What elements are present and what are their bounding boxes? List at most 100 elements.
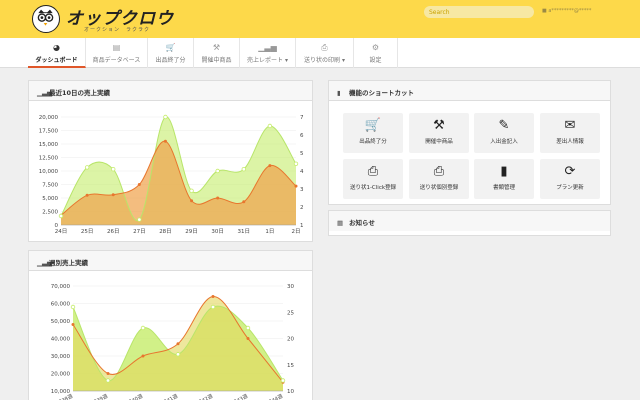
x-tick-label: 31日 [238, 228, 251, 235]
bar-chart-icon: ▁▃▅ [258, 43, 277, 52]
weekly-sales-header: ▁▃▅週別売上実績 [29, 251, 312, 271]
x-tick-label: 27日 [133, 228, 146, 235]
news-panel: ▦ お知らせ [328, 210, 611, 236]
sales-point [176, 342, 180, 346]
count-point [111, 166, 116, 172]
gear-icon: ⚙ [371, 43, 380, 52]
printer-icon: ⎙ [321, 43, 328, 52]
x-tick-label: 25日 [81, 228, 94, 235]
shortcut-label-individual[interactable]: ⎙ 送り状個別登録 [409, 159, 469, 199]
y-tick-label-left: 70,000 [51, 284, 71, 290]
x-tick-label: 2016年 第42週 [179, 393, 214, 400]
y-tick-label-right: 15 [287, 363, 294, 369]
nav-ended-listings[interactable]: 🛒 出品終了分 [148, 38, 194, 68]
bookmark-icon: ▮ [337, 89, 341, 97]
nav-dashboard[interactable]: ◕ ダッシュボード [28, 38, 86, 68]
y-tick-label-right: 5 [300, 151, 304, 157]
x-tick-label: 2016年 第39週 [74, 393, 109, 400]
cart-icon: 🛒 [364, 118, 382, 133]
weekly-sales-chart: 10,000 20,000 30,000 40,000 50,000 60,000 70,0… [39, 284, 294, 400]
sales-point [246, 337, 250, 340]
y-tick-label-left: 20,000 [51, 372, 71, 378]
y-tick-label-left: 60,000 [51, 302, 71, 308]
database-icon: ▤ [112, 43, 121, 52]
y-tick-label-left: 50,000 [51, 319, 71, 325]
nav-settings[interactable]: ⚙ 設定 [354, 38, 398, 68]
y-tick-label-right: 4 [300, 169, 304, 175]
y-tick-label-right: 3 [300, 187, 304, 193]
count-point [140, 325, 146, 331]
shortcut-payment-entry[interactable]: ✎ 入出金記入 [474, 113, 534, 153]
x-tick-label: 2016年 第44週 [249, 393, 284, 400]
recent-sales-header: ▁▃▅最近10日の売上実績 [29, 81, 312, 101]
owl-logo-icon[interactable] [32, 5, 60, 33]
shortcut-active-listings[interactable]: ⚒ 開催中商品 [409, 113, 469, 153]
x-tick-label: 2016年 第40週 [109, 393, 144, 400]
gavel-icon: ⚒ [212, 43, 221, 52]
count-point [293, 161, 299, 166]
sales-point [216, 196, 220, 200]
sales-point [190, 199, 194, 203]
nav-print-labels[interactable]: ⎙ 送り状の印刷 ▾ [296, 38, 354, 68]
bar-chart-icon: ▁▃▅ [37, 259, 52, 267]
nav-product-database[interactable]: ▤ 商品データベース [86, 38, 148, 68]
y-tick-label-right: 2 [300, 205, 304, 211]
top-header: オップクロウ オークション ラクラク ■ a*********@***** [0, 0, 640, 38]
x-tick-label: 2016年 第41週 [144, 393, 179, 400]
shortcut-label-one-click[interactable]: ⎙ 送り状1-Click登録 [343, 159, 403, 199]
y-tick-label-left: 20,000 [39, 115, 59, 121]
y-tick-label-left: 10,000 [51, 389, 71, 395]
shortcuts-header: ▮ 機能のショートカット [329, 81, 610, 101]
weekly-sales-panel: ▁▃▅週別売上実績 10,000 20,000 30,000 40,000 50,000… [28, 250, 313, 400]
count-point [58, 213, 64, 219]
y-tick-label-left: 17,500 [39, 129, 59, 135]
sales-point [106, 372, 110, 375]
recent-sales-panel: ▁▃▅最近10日の売上実績 0 2,500 5,000 7,500 10,000 12,5… [28, 80, 313, 242]
sales-point [211, 295, 215, 298]
y-tick-label-right: 10 [287, 389, 294, 395]
calendar-icon: ▦ [337, 219, 344, 227]
recent-sales-chart: 02,5005,0007,50010,00012,50015,00017,500… [39, 114, 304, 235]
y-tick-label-right: 7 [300, 115, 304, 121]
x-tick-label: 26日 [107, 228, 120, 235]
brand-tagline: オークション ラクラク [84, 27, 151, 33]
x-tick-label: 30日 [211, 228, 224, 235]
nav-sales-report[interactable]: ▁▃▅ 売上レポート ▾ [240, 38, 296, 68]
y-tick-label-left: 7,500 [42, 183, 58, 189]
user-account-label[interactable]: ■ a*********@***** [542, 8, 591, 14]
count-point [137, 217, 142, 222]
sales-point [242, 200, 246, 204]
count-point [189, 188, 194, 193]
nav-active-listings[interactable]: ⚒ 開催中商品 [194, 38, 240, 68]
count-point [280, 378, 286, 383]
sales-point [71, 323, 75, 326]
pencil-icon: ✎ [498, 118, 510, 133]
sales-point [163, 139, 167, 143]
shortcut-sender-info[interactable]: ✉ 差出人情報 [540, 113, 600, 153]
refresh-icon: ⟳ [564, 164, 576, 179]
count-point [175, 352, 181, 357]
printer-icon: ⎙ [367, 164, 379, 179]
sales-point [137, 183, 141, 186]
y-tick-label-right: 6 [300, 133, 304, 139]
count-point [215, 168, 220, 174]
shortcut-documents[interactable]: ▮ 書類管理 [474, 159, 534, 199]
shortcut-ended-listings[interactable]: 🛒 出品終了分 [343, 113, 403, 153]
sales-point [111, 193, 115, 197]
count-point [105, 378, 111, 383]
y-tick-label-left: 40,000 [51, 337, 71, 343]
x-tick-label: 1日 [265, 228, 274, 235]
shortcut-plan-renewal[interactable]: ⟳ プラン更新 [540, 159, 600, 199]
printer-icon: ⎙ [433, 164, 445, 179]
x-tick-label: 24日 [55, 228, 68, 235]
y-tick-label-right: 20 [287, 337, 294, 343]
count-point [241, 166, 246, 172]
envelope-icon: ✉ [564, 118, 576, 133]
y-tick-label-right: 25 [287, 310, 294, 316]
cart-icon: 🛒 [165, 43, 176, 52]
count-point [163, 114, 168, 120]
y-tick-label-right: 1 [300, 223, 304, 229]
count-point [267, 123, 273, 129]
count-point [245, 325, 251, 331]
search-input[interactable] [424, 6, 534, 18]
